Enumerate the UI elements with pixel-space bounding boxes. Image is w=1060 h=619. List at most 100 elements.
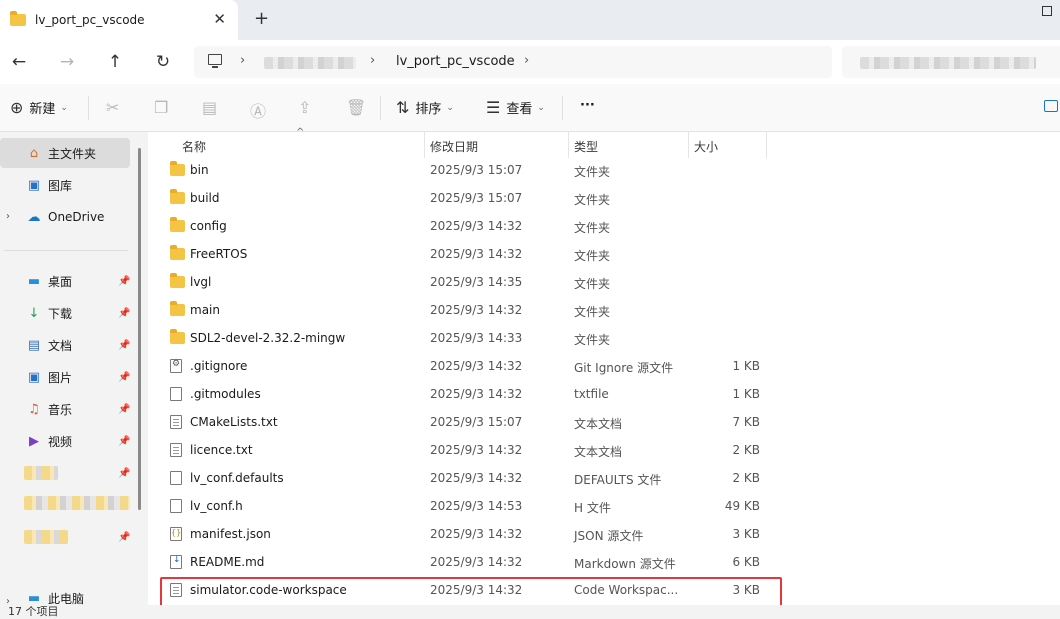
selection-highlight-box bbox=[160, 577, 782, 607]
sidebar-item-label: 图片 bbox=[48, 370, 73, 385]
file-date: 2025/9/3 14:32 bbox=[430, 555, 523, 569]
file-row[interactable]: lvgl 2025/9/3 14:35 文件夹 bbox=[160, 269, 760, 297]
file-row[interactable]: config 2025/9/3 14:32 文件夹 bbox=[160, 213, 760, 241]
column-divider[interactable] bbox=[688, 132, 689, 158]
file-size: 6 KB bbox=[732, 555, 760, 569]
breadcrumb-separator[interactable]: › bbox=[240, 53, 245, 68]
up-arrow-icon[interactable]: ↑ bbox=[103, 50, 127, 74]
file-name: FreeRTOS bbox=[190, 247, 248, 261]
pin-icon[interactable]: 📌 bbox=[118, 372, 130, 383]
sidebar-item-label: 文档 bbox=[48, 338, 73, 353]
sidebar-item-label: 下载 bbox=[48, 306, 73, 321]
column-divider[interactable] bbox=[424, 132, 425, 158]
forward-arrow-icon[interactable]: → bbox=[55, 50, 79, 74]
new-tab-button[interactable]: + bbox=[254, 9, 269, 29]
paste-icon[interactable]: ▤ bbox=[202, 98, 217, 117]
file-date: 2025/9/3 14:32 bbox=[430, 359, 523, 373]
file-row[interactable]: CMakeLists.txt 2025/9/3 15:07 文本文档 7 KB bbox=[160, 409, 760, 437]
details-pane-icon[interactable] bbox=[1044, 100, 1058, 112]
file-row[interactable]: bin 2025/9/3 15:07 文件夹 bbox=[160, 157, 760, 185]
file-date: 2025/9/3 14:32 bbox=[430, 471, 523, 485]
file-row[interactable]: build 2025/9/3 15:07 文件夹 bbox=[160, 185, 760, 213]
file-date: 2025/9/3 15:07 bbox=[430, 415, 523, 429]
pin-icon[interactable]: 📌 bbox=[118, 276, 130, 287]
breadcrumb-separator[interactable]: › bbox=[370, 53, 375, 68]
file-type: 文本文档 bbox=[574, 417, 623, 431]
copy-icon[interactable]: ❐ bbox=[154, 98, 168, 117]
file-row[interactable]: README.md 2025/9/3 14:32 Markdown 源文件 6 KB bbox=[160, 549, 760, 577]
file-date: 2025/9/3 14:32 bbox=[430, 303, 523, 317]
sort-label: 排序 bbox=[415, 102, 442, 117]
redacted-sidebar-item[interactable] bbox=[24, 466, 58, 480]
more-options-button[interactable]: ··· bbox=[580, 98, 595, 113]
share-icon[interactable]: ⇪ bbox=[298, 98, 311, 117]
file-row[interactable]: FreeRTOS 2025/9/3 14:32 文件夹 bbox=[160, 241, 760, 269]
rename-icon[interactable]: Ⓐ bbox=[250, 98, 266, 122]
sidebar-item-label: 主文件夹 bbox=[48, 146, 97, 161]
column-header-date[interactable]: 修改日期 bbox=[430, 138, 478, 155]
pin-icon[interactable]: 📌 bbox=[118, 436, 130, 447]
file-type: JSON 源文件 bbox=[574, 529, 644, 543]
this-pc-icon[interactable] bbox=[208, 54, 222, 68]
column-header-size[interactable]: 大小 bbox=[694, 138, 718, 155]
address-bar[interactable]: › › lv_port_pc_vscode › bbox=[194, 46, 832, 78]
column-divider[interactable] bbox=[766, 132, 767, 158]
download-icon: ↓ bbox=[28, 305, 40, 321]
sidebar-item-videos[interactable]: ▶ 视频 📌 bbox=[0, 426, 130, 456]
folder-icon bbox=[10, 11, 26, 26]
pin-icon[interactable]: 📌 bbox=[118, 404, 130, 415]
sort-icon: ⇅ bbox=[396, 98, 410, 117]
file-name: main bbox=[190, 303, 220, 317]
sidebar-item-documents[interactable]: ▤ 文档 📌 bbox=[0, 330, 131, 360]
file-row[interactable]: licence.txt 2025/9/3 14:32 文本文档 2 KB bbox=[160, 437, 760, 465]
music-icon: ♫ bbox=[28, 401, 40, 417]
chevron-down-icon: ⌄ bbox=[537, 102, 545, 113]
file-size: 1 KB bbox=[732, 359, 760, 373]
maximize-icon[interactable] bbox=[1042, 6, 1052, 16]
file-row[interactable]: .gitmodules 2025/9/3 14:32 txtfile 1 KB bbox=[160, 381, 760, 409]
breadcrumb-current-folder[interactable]: lv_port_pc_vscode bbox=[396, 54, 515, 69]
tab-lv-port-pc-vscode[interactable]: lv_port_pc_vscode ✕ bbox=[0, 0, 238, 40]
pin-icon[interactable]: 📌 bbox=[118, 532, 130, 543]
sidebar-item-music[interactable]: ♫ 音乐 📌 bbox=[0, 394, 130, 424]
breadcrumb-separator[interactable]: › bbox=[524, 53, 529, 68]
file-row[interactable]: manifest.json 2025/9/3 14:32 JSON 源文件 3 KB bbox=[160, 521, 760, 549]
sidebar-item-onedrive[interactable]: ☁ OneDrive bbox=[0, 202, 130, 232]
redacted-sidebar-item[interactable] bbox=[24, 496, 130, 510]
close-tab-icon[interactable]: ✕ bbox=[213, 11, 226, 27]
sort-button[interactable]: ⇅ 排序 ⌄ bbox=[396, 98, 454, 117]
column-divider[interactable] bbox=[568, 132, 569, 158]
file-type: 文件夹 bbox=[574, 221, 611, 235]
toolbar-divider bbox=[88, 96, 89, 120]
view-button[interactable]: ☰ 查看 ⌄ bbox=[486, 98, 545, 117]
delete-icon[interactable]: 🗑 bbox=[346, 98, 366, 117]
sidebar-item-gallery[interactable]: ▣ 图库 bbox=[0, 170, 130, 200]
file-row[interactable]: lv_conf.defaults 2025/9/3 14:32 DEFAULTS 文… bbox=[160, 465, 760, 493]
pin-icon[interactable]: 📌 bbox=[118, 468, 130, 479]
file-row[interactable]: .gitignore 2025/9/3 14:32 Git Ignore 源文件 1 … bbox=[160, 353, 760, 381]
computer-icon: ▬ bbox=[27, 590, 41, 606]
file-type: txtfile bbox=[574, 387, 609, 401]
pin-icon[interactable]: 📌 bbox=[118, 340, 130, 351]
back-arrow-icon[interactable]: ← bbox=[7, 50, 31, 74]
sidebar-item-desktop[interactable]: ▬ 桌面 📌 bbox=[0, 266, 131, 296]
refresh-icon[interactable]: ↻ bbox=[151, 50, 175, 74]
sidebar-item-home[interactable]: ⌂ 主文件夹 bbox=[0, 138, 130, 168]
sidebar-item-pictures[interactable]: ▣ 图片 📌 bbox=[0, 362, 131, 392]
sidebar-scrollbar[interactable] bbox=[138, 148, 141, 510]
file-row[interactable]: SDL2-devel-2.32.2-mingw 2025/9/3 14:33 文件夹 bbox=[160, 325, 760, 353]
toolbar-divider bbox=[562, 96, 563, 120]
file-date: 2025/9/3 14:32 bbox=[430, 443, 523, 457]
column-header-name[interactable]: 名称 bbox=[182, 138, 206, 155]
file-row[interactable]: main 2025/9/3 14:32 文件夹 bbox=[160, 297, 760, 325]
search-input[interactable] bbox=[842, 46, 1060, 78]
cut-icon[interactable]: ✂ bbox=[106, 98, 119, 117]
sidebar-item-downloads[interactable]: ↓ 下载 📌 bbox=[0, 298, 131, 328]
column-header-type[interactable]: 类型 bbox=[574, 138, 598, 155]
new-button[interactable]: ⊕ 新建 ⌄ bbox=[10, 98, 68, 117]
file-name: bin bbox=[190, 163, 209, 177]
redacted-sidebar-item[interactable] bbox=[24, 530, 68, 544]
file-row[interactable]: lv_conf.h 2025/9/3 14:53 H 文件 49 KB bbox=[160, 493, 760, 521]
pin-icon[interactable]: 📌 bbox=[118, 308, 130, 319]
config-file-icon bbox=[170, 359, 182, 374]
